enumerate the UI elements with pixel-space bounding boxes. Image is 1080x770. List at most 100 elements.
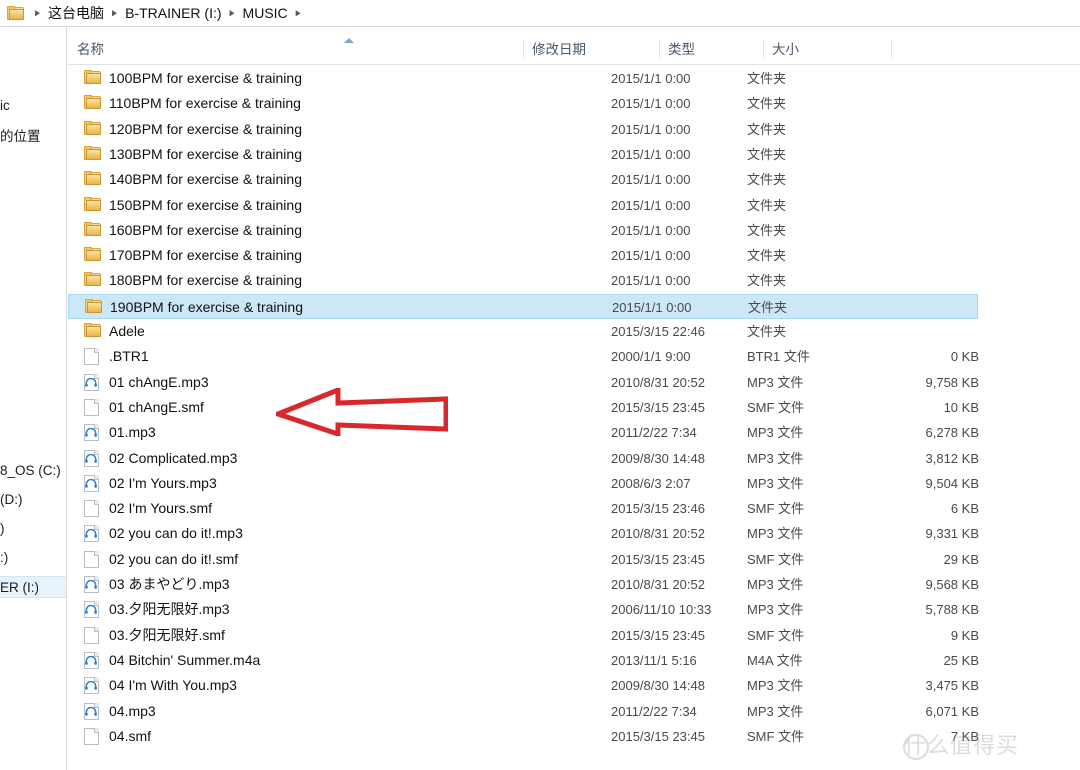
audio-file-icon	[84, 525, 99, 542]
folder-icon	[84, 222, 101, 237]
audio-file-icon	[84, 450, 99, 467]
column-divider[interactable]	[659, 41, 660, 59]
table-row[interactable]: 150BPM for exercise & training 2015/1/1 0…	[68, 193, 1080, 218]
column-header-size[interactable]: 大小	[763, 36, 891, 64]
table-row[interactable]: 02 you can do it!.smf 2015/3/15 23:45 SMF …	[68, 547, 1080, 572]
headphones-glyph	[85, 656, 97, 665]
table-row[interactable]: 03.夕阳无限好.mp3 2006/11/10 10:33 MP3 文件 5,788 …	[68, 597, 1080, 622]
file-size-cell	[851, 218, 979, 243]
table-row[interactable]: 04.smf 2015/3/15 23:45 SMF 文件 7 KB	[68, 724, 1080, 749]
file-size-cell: 9,504 KB	[925, 476, 980, 491]
column-header-name[interactable]: 名称	[68, 36, 523, 64]
file-icon-cell	[84, 70, 101, 87]
table-row[interactable]: 120BPM for exercise & training 2015/1/1 0…	[68, 117, 1080, 142]
breadcrumb-separator[interactable]: ▸	[106, 6, 123, 20]
sidebar-item[interactable]: :)	[0, 547, 66, 569]
file-size-cell	[851, 268, 979, 293]
folder-icon	[84, 95, 101, 110]
date-modified-cell: 2000/1/1 9:00	[611, 349, 691, 364]
table-row[interactable]: 04 I'm With You.mp3 2009/8/30 14:48 MP3 文件…	[68, 673, 1080, 698]
sidebar-item[interactable]: 的位置	[0, 126, 66, 148]
file-type-cell: SMF 文件	[747, 501, 805, 516]
table-row[interactable]: 02 you can do it!.mp3 2010/8/31 20:52 MP3 …	[68, 521, 1080, 546]
table-row[interactable]: 01.mp3 2011/2/22 7:34 MP3 文件 6,278 KB	[68, 420, 1080, 445]
table-row[interactable]: 180BPM for exercise & training 2015/1/1 0…	[68, 268, 1080, 293]
sidebar-item[interactable]: )	[0, 518, 66, 540]
sidebar-item[interactable]: ER (I:)	[0, 576, 66, 598]
table-row[interactable]: 01 chAngE.smf 2015/3/15 23:45 SMF 文件 10 KB	[68, 395, 1080, 420]
file-size-cell: 7 KB	[950, 729, 979, 744]
file-type-cell: BTR1 文件	[747, 349, 810, 364]
table-row[interactable]: 01 chAngE.mp3 2010/8/31 20:52 MP3 文件 9,758 …	[68, 370, 1080, 395]
table-row[interactable]: 140BPM for exercise & training 2015/1/1 0…	[68, 167, 1080, 192]
folder-icon	[84, 146, 101, 161]
folder-icon	[84, 247, 101, 262]
sidebar-item-label: (D:)	[0, 492, 23, 507]
navigation-sidebar[interactable]: ic 的位置 8_OS (C:) (D:)):) ER (I:)	[0, 27, 67, 770]
column-divider[interactable]	[523, 41, 524, 59]
address-bar[interactable]: ▸ 这台电脑 ▸ B-TRAINER (I:) ▸ MUSIC ▸	[0, 0, 1080, 27]
file-type-cell: MP3 文件	[747, 526, 804, 541]
folder-icon	[84, 197, 101, 212]
breadcrumb-item-b-trainer[interactable]: B-TRAINER (I:)	[123, 4, 223, 22]
table-row[interactable]: 02 Complicated.mp3 2009/8/30 14:48 MP3 文件 3…	[68, 446, 1080, 471]
table-row[interactable]: Adele 2015/3/15 22:46 文件夹	[68, 319, 1080, 344]
column-divider[interactable]	[891, 41, 892, 59]
table-row[interactable]: 130BPM for exercise & training 2015/1/1 0…	[68, 142, 1080, 167]
breadcrumb-item-this-pc[interactable]: 这台电脑	[46, 2, 106, 24]
table-row[interactable]: 110BPM for exercise & training 2015/1/1 0…	[68, 91, 1080, 116]
file-icon-cell	[84, 627, 101, 644]
sidebar-item[interactable]: 8_OS (C:)	[0, 460, 66, 482]
table-row[interactable]: 100BPM for exercise & training 2015/1/1 0…	[68, 66, 1080, 91]
date-modified-cell: 2015/1/1 0:00	[611, 96, 691, 111]
table-row[interactable]: 02 I'm Yours.smf 2015/3/15 23:46 SMF 文件 6 K…	[68, 496, 1080, 521]
file-size-cell: 9,568 KB	[925, 577, 980, 592]
audio-file-icon	[84, 424, 99, 441]
file-icon-cell	[84, 500, 101, 517]
file-size-cell	[851, 319, 979, 344]
file-list[interactable]: 100BPM for exercise & training 2015/1/1 0…	[68, 66, 1080, 770]
file-name-cell: 03 あまやどり.mp3	[109, 576, 230, 592]
document-icon	[84, 551, 99, 568]
file-name-cell: 03.夕阳无限好.smf	[109, 627, 225, 643]
headphones-glyph	[85, 378, 97, 387]
file-type-cell: MP3 文件	[747, 375, 804, 390]
audio-file-icon	[84, 576, 99, 593]
breadcrumb-item-music[interactable]: MUSIC	[241, 4, 290, 22]
date-modified-cell: 2015/1/1 0:00	[611, 273, 691, 288]
file-size-cell: 6 KB	[950, 501, 979, 516]
file-type-cell: MP3 文件	[747, 602, 804, 617]
file-icon-cell	[84, 601, 101, 618]
table-row[interactable]: 04.mp3 2011/2/22 7:34 MP3 文件 6,071 KB	[68, 699, 1080, 724]
sidebar-item[interactable]: ic	[0, 95, 66, 117]
column-divider[interactable]	[763, 41, 764, 59]
column-header-type[interactable]: 类型	[659, 36, 763, 64]
table-row[interactable]: 03 あまやどり.mp3 2010/8/31 20:52 MP3 文件 9,568 K…	[68, 572, 1080, 597]
breadcrumb-separator[interactable]: ▸	[290, 6, 307, 20]
table-row[interactable]: 03.夕阳无限好.smf 2015/3/15 23:45 SMF 文件 9 KB	[68, 623, 1080, 648]
audio-file-icon	[84, 703, 99, 720]
table-row[interactable]: 04 Bitchin' Summer.m4a 2013/11/1 5:16 M4A …	[68, 648, 1080, 673]
sidebar-item-label: :)	[0, 550, 9, 565]
file-name-cell: 04.smf	[109, 728, 152, 744]
breadcrumb-separator[interactable]: ▸	[224, 6, 241, 20]
file-name-cell: 01 chAngE.mp3	[109, 374, 209, 390]
file-size-cell: 9 KB	[950, 628, 979, 643]
table-row[interactable]: .BTR1 2000/1/1 9:00 BTR1 文件 0 KB	[68, 344, 1080, 369]
document-icon	[84, 399, 99, 416]
column-header-row[interactable]: 名称 修改日期 类型 大小	[68, 36, 1080, 65]
file-name-cell: 01.mp3	[109, 424, 156, 440]
column-header-date[interactable]: 修改日期	[523, 36, 659, 64]
sidebar-item-label: ic	[0, 98, 10, 113]
file-name-cell: 02 I'm Yours.smf	[109, 500, 213, 516]
file-icon-cell	[84, 677, 101, 694]
table-row[interactable]: 190BPM for exercise & training 2015/1/1 0…	[68, 294, 978, 319]
file-type-cell: SMF 文件	[747, 729, 805, 744]
table-row[interactable]: 02 I'm Yours.mp3 2008/6/3 2:07 MP3 文件 9,504…	[68, 471, 1080, 496]
table-row[interactable]: 160BPM for exercise & training 2015/1/1 0…	[68, 218, 1080, 243]
date-modified-cell: 2006/11/10 10:33	[611, 602, 712, 617]
file-type-cell: 文件夹	[747, 96, 787, 111]
file-name-cell: 02 I'm Yours.mp3	[109, 475, 217, 491]
table-row[interactable]: 170BPM for exercise & training 2015/1/1 0…	[68, 243, 1080, 268]
sidebar-item[interactable]: (D:)	[0, 489, 66, 511]
